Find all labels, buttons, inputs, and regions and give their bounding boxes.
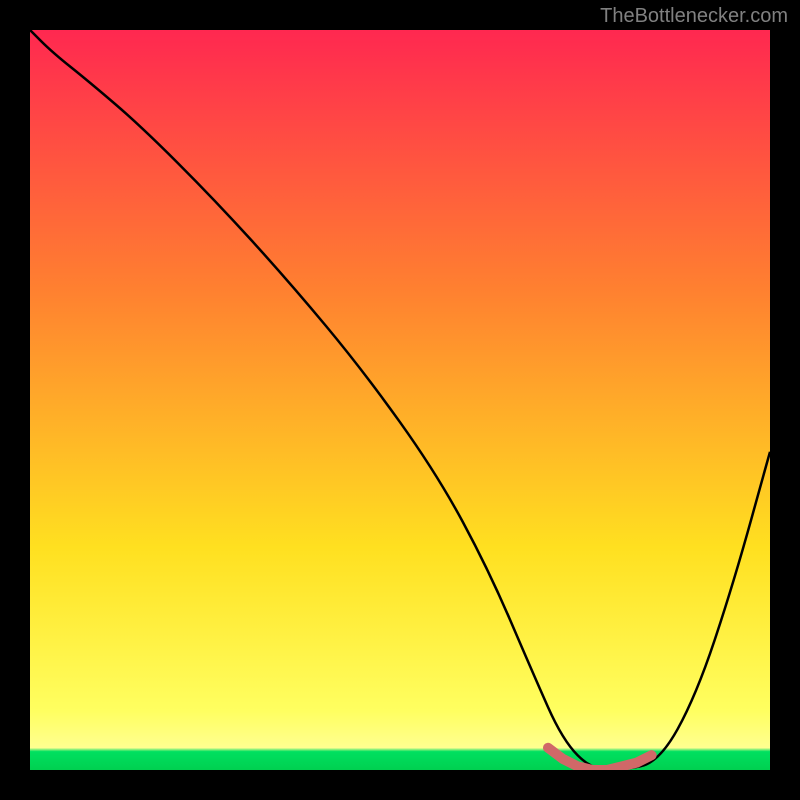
watermark-text: TheBottlenecker.com	[600, 5, 788, 28]
gradient-background	[30, 30, 770, 770]
chart-container: TheBottlenecker.com	[0, 0, 800, 800]
plot-area	[30, 30, 770, 770]
chart-svg	[30, 30, 770, 770]
